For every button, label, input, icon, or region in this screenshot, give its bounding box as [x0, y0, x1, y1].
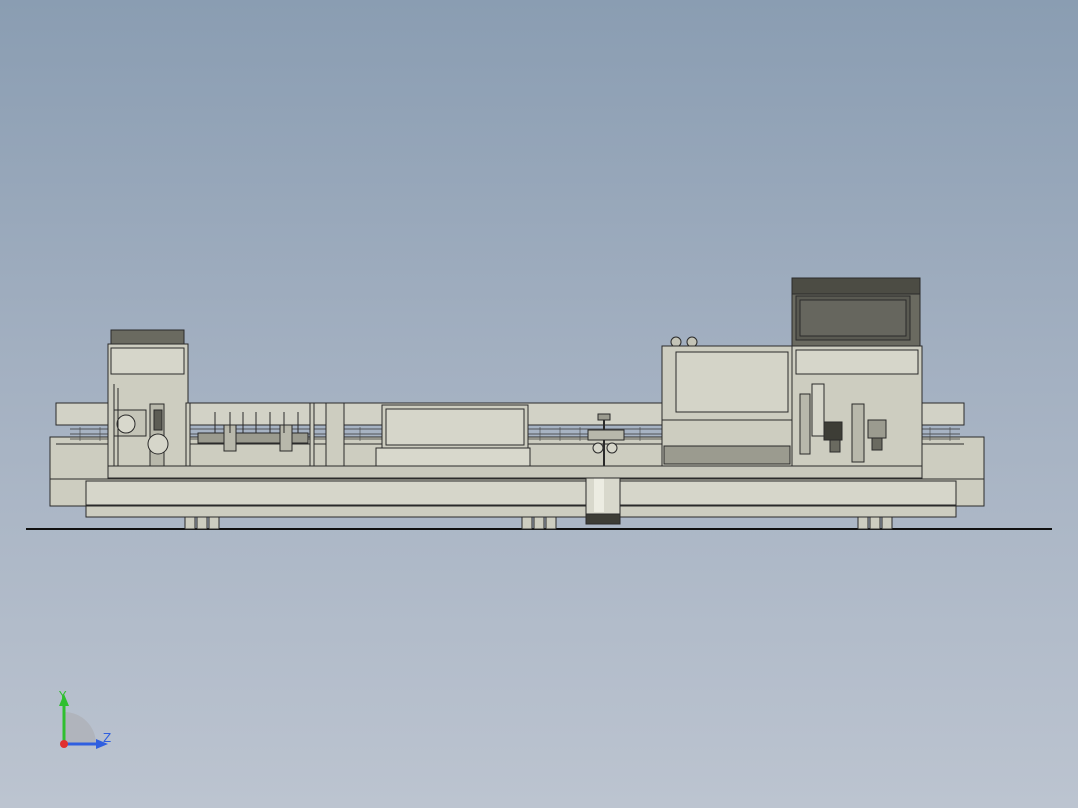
- z-axis-label: Z: [103, 731, 111, 745]
- y-axis-label: Y: [58, 689, 67, 703]
- right-station: [791, 345, 923, 469]
- right-cabinet: [645, 336, 793, 477]
- orientation-triad: Y Z: [58, 689, 111, 749]
- x-axis-dot: [60, 740, 68, 748]
- monitor: [791, 277, 921, 347]
- graphics-viewport[interactable]: Y Z: [0, 0, 1078, 808]
- left-station: [107, 329, 189, 479]
- base-lower-rail: [85, 504, 957, 518]
- triad-quadrant: [64, 712, 96, 744]
- machine-model[interactable]: [0, 0, 1078, 808]
